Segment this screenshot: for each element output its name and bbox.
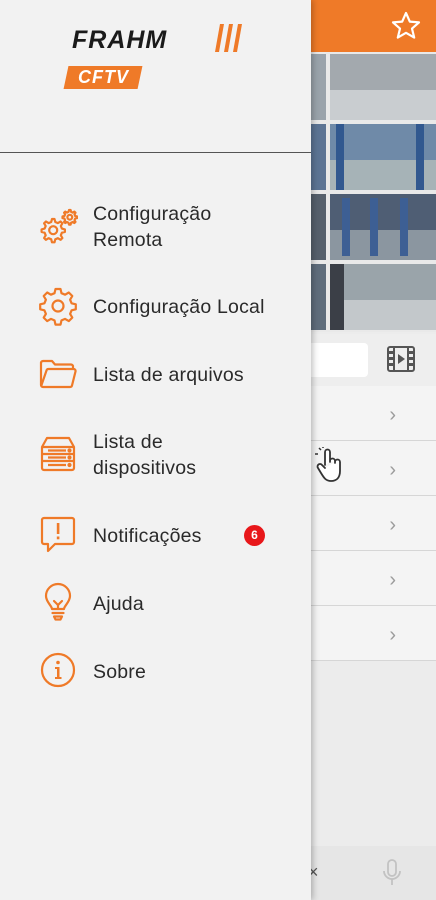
menu-item-label: dispositivos [93, 457, 197, 479]
folder-icon [38, 354, 78, 394]
chevron-right-icon: › [389, 404, 396, 426]
notification-count-badge: 6 [244, 525, 265, 546]
list-item[interactable]: › [300, 606, 436, 661]
menu-item-label: Ajuda [93, 593, 144, 615]
menu-item-label: Configuração Local [93, 296, 265, 318]
brand-tag: CFTV [63, 66, 143, 89]
chevron-right-icon: › [389, 514, 396, 536]
chevron-right-icon: › [389, 569, 396, 591]
alert-message-icon [38, 514, 78, 554]
device-list-icon [38, 434, 78, 474]
camera-feed[interactable] [310, 124, 326, 190]
brand-name: FRAHM [72, 26, 168, 54]
remote-gears-icon [38, 206, 79, 246]
menu-item-local-config[interactable]: Configuração Local [0, 284, 311, 330]
info-icon [38, 650, 78, 690]
hand-pointer-icon [315, 445, 345, 483]
list-item[interactable]: › [300, 386, 436, 441]
menu-item-device-list[interactable]: Lista de dispositivos [0, 420, 311, 484]
list-item[interactable]: › [300, 496, 436, 551]
camera-feed[interactable] [330, 124, 436, 190]
menu-item-label: Remota [93, 229, 163, 251]
menu-item-about[interactable]: Sobre [0, 648, 311, 694]
navigation-drawer: FRAHM CFTV Configuração Remota Configura… [0, 0, 311, 900]
brand-bars-icon [214, 22, 246, 54]
camera-feed[interactable] [310, 264, 326, 330]
search-row [300, 334, 436, 386]
camera-feed[interactable] [330, 54, 436, 120]
film-icon[interactable] [386, 345, 416, 373]
menu-item-label: Lista de [93, 431, 163, 453]
camera-feed[interactable] [310, 54, 326, 120]
chevron-right-icon: › [389, 624, 396, 646]
camera-grid [300, 52, 436, 332]
camera-feed[interactable] [330, 194, 436, 260]
menu-item-remote-config[interactable]: Configuração Remota [0, 196, 311, 260]
menu-item-label: Lista de arquivos [93, 364, 244, 386]
menu-item-label: Configuração [93, 203, 212, 225]
chevron-right-icon: › [389, 459, 396, 481]
mic-icon[interactable] [380, 858, 404, 888]
lightbulb-icon [38, 582, 78, 622]
menu-item-notifications[interactable]: Notificações 6 [0, 512, 311, 558]
camera-feed[interactable] [310, 194, 326, 260]
menu-item-label: Sobre [93, 661, 147, 683]
gear-icon [38, 286, 78, 326]
list-item[interactable]: › [300, 551, 436, 606]
divider [0, 152, 311, 153]
device-list: › › › › › [300, 386, 436, 661]
bottom-bar: × [300, 846, 436, 900]
menu-item-help[interactable]: Ajuda [0, 580, 311, 626]
star-icon[interactable] [390, 10, 422, 42]
menu-item-file-list[interactable]: Lista de arquivos [0, 352, 311, 398]
camera-feed[interactable] [330, 264, 436, 330]
menu-item-label: Notificações [93, 525, 202, 547]
drawer-header: FRAHM CFTV [0, 0, 311, 152]
